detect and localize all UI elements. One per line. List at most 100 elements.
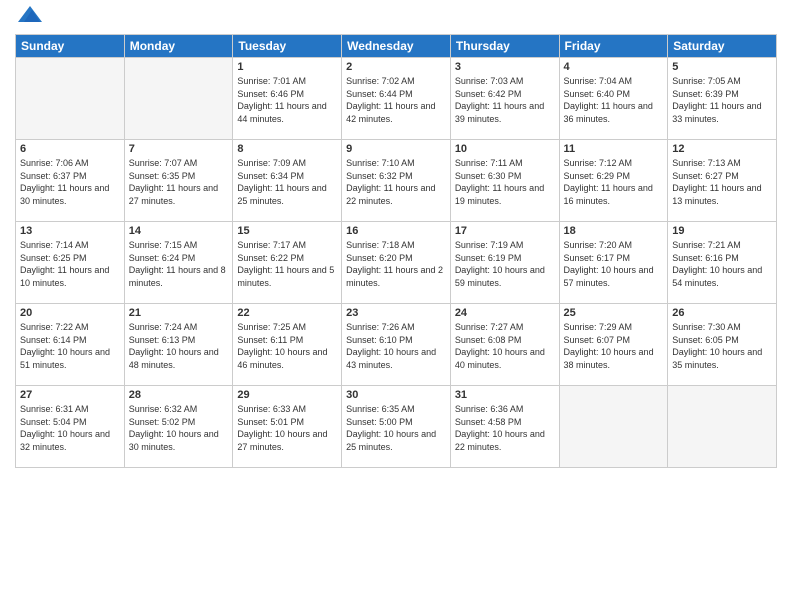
weekday-header-tuesday: Tuesday (233, 35, 342, 58)
day-number: 5 (672, 61, 772, 73)
day-info: Sunrise: 7:06 AM Sunset: 6:37 PM Dayligh… (20, 157, 120, 207)
day-number: 22 (237, 307, 337, 319)
day-info: Sunrise: 7:26 AM Sunset: 6:10 PM Dayligh… (346, 321, 446, 371)
calendar-cell (16, 58, 125, 140)
day-number: 26 (672, 307, 772, 319)
calendar-cell (559, 386, 668, 468)
calendar-cell: 18 Sunrise: 7:20 AM Sunset: 6:17 PM Dayli… (559, 222, 668, 304)
day-number: 28 (129, 389, 229, 401)
day-info: Sunrise: 7:04 AM Sunset: 6:40 PM Dayligh… (564, 75, 664, 125)
calendar-cell: 23 Sunrise: 7:26 AM Sunset: 6:10 PM Dayli… (342, 304, 451, 386)
day-info: Sunrise: 7:11 AM Sunset: 6:30 PM Dayligh… (455, 157, 555, 207)
day-number: 13 (20, 225, 120, 237)
day-info: Sunrise: 7:20 AM Sunset: 6:17 PM Dayligh… (564, 239, 664, 289)
day-number: 10 (455, 143, 555, 155)
weekday-header-thursday: Thursday (450, 35, 559, 58)
day-number: 19 (672, 225, 772, 237)
calendar-cell: 6 Sunrise: 7:06 AM Sunset: 6:37 PM Daylig… (16, 140, 125, 222)
calendar-cell: 31 Sunrise: 6:36 AM Sunset: 4:58 PM Dayli… (450, 386, 559, 468)
day-info: Sunrise: 7:19 AM Sunset: 6:19 PM Dayligh… (455, 239, 555, 289)
day-info: Sunrise: 7:10 AM Sunset: 6:32 PM Dayligh… (346, 157, 446, 207)
calendar-cell: 16 Sunrise: 7:18 AM Sunset: 6:20 PM Dayli… (342, 222, 451, 304)
logo (15, 10, 42, 26)
day-number: 6 (20, 143, 120, 155)
day-number: 3 (455, 61, 555, 73)
day-info: Sunrise: 7:14 AM Sunset: 6:25 PM Dayligh… (20, 239, 120, 289)
calendar-cell: 24 Sunrise: 7:27 AM Sunset: 6:08 PM Dayli… (450, 304, 559, 386)
day-number: 17 (455, 225, 555, 237)
weekday-header-saturday: Saturday (668, 35, 777, 58)
calendar-cell (668, 386, 777, 468)
day-info: Sunrise: 7:17 AM Sunset: 6:22 PM Dayligh… (237, 239, 337, 289)
day-number: 11 (564, 143, 664, 155)
day-number: 16 (346, 225, 446, 237)
weekday-header-row: SundayMondayTuesdayWednesdayThursdayFrid… (16, 35, 777, 58)
day-number: 12 (672, 143, 772, 155)
day-info: Sunrise: 7:15 AM Sunset: 6:24 PM Dayligh… (129, 239, 229, 289)
day-number: 14 (129, 225, 229, 237)
day-info: Sunrise: 7:01 AM Sunset: 6:46 PM Dayligh… (237, 75, 337, 125)
calendar-cell: 27Sunrise: 6:31 AM Sunset: 5:04 PM Dayli… (16, 386, 125, 468)
day-info: Sunrise: 6:36 AM Sunset: 4:58 PM Dayligh… (455, 403, 555, 453)
day-number: 9 (346, 143, 446, 155)
day-number: 2 (346, 61, 446, 73)
day-number: 31 (455, 389, 555, 401)
weekday-header-monday: Monday (124, 35, 233, 58)
day-info: Sunrise: 7:12 AM Sunset: 6:29 PM Dayligh… (564, 157, 664, 207)
calendar-cell: 15 Sunrise: 7:17 AM Sunset: 6:22 PM Dayli… (233, 222, 342, 304)
day-number: 29 (237, 389, 337, 401)
day-info: Sunrise: 7:03 AM Sunset: 6:42 PM Dayligh… (455, 75, 555, 125)
calendar-cell: 7Sunrise: 7:07 AM Sunset: 6:35 PM Daylig… (124, 140, 233, 222)
calendar-cell: 10 Sunrise: 7:11 AM Sunset: 6:30 PM Dayli… (450, 140, 559, 222)
day-number: 27 (20, 389, 120, 401)
calendar-cell: 21Sunrise: 7:24 AM Sunset: 6:13 PM Dayli… (124, 304, 233, 386)
calendar-cell: 19 Sunrise: 7:21 AM Sunset: 6:16 PM Dayli… (668, 222, 777, 304)
day-info: Sunrise: 7:27 AM Sunset: 6:08 PM Dayligh… (455, 321, 555, 371)
calendar-cell: 17 Sunrise: 7:19 AM Sunset: 6:19 PM Dayli… (450, 222, 559, 304)
day-info: Sunrise: 7:02 AM Sunset: 6:44 PM Dayligh… (346, 75, 446, 125)
day-number: 18 (564, 225, 664, 237)
calendar-cell: 29 Sunrise: 6:33 AM Sunset: 5:01 PM Dayli… (233, 386, 342, 468)
day-info: Sunrise: 7:25 AM Sunset: 6:11 PM Dayligh… (237, 321, 337, 371)
day-info: Sunrise: 7:13 AM Sunset: 6:27 PM Dayligh… (672, 157, 772, 207)
logo-icon (18, 2, 42, 26)
day-info: Sunrise: 7:18 AM Sunset: 6:20 PM Dayligh… (346, 239, 446, 289)
calendar-cell: 13 Sunrise: 7:14 AM Sunset: 6:25 PM Dayli… (16, 222, 125, 304)
day-info: Sunrise: 6:33 AM Sunset: 5:01 PM Dayligh… (237, 403, 337, 453)
weekday-header-sunday: Sunday (16, 35, 125, 58)
weekday-header-wednesday: Wednesday (342, 35, 451, 58)
day-number: 30 (346, 389, 446, 401)
calendar-cell: 5Sunrise: 7:05 AM Sunset: 6:39 PM Daylig… (668, 58, 777, 140)
day-number: 15 (237, 225, 337, 237)
day-number: 25 (564, 307, 664, 319)
calendar-cell: 30 Sunrise: 6:35 AM Sunset: 5:00 PM Dayli… (342, 386, 451, 468)
calendar-cell: 26Sunrise: 7:30 AM Sunset: 6:05 PM Dayli… (668, 304, 777, 386)
week-row-2: 6 Sunrise: 7:06 AM Sunset: 6:37 PM Daylig… (16, 140, 777, 222)
day-info: Sunrise: 7:29 AM Sunset: 6:07 PM Dayligh… (564, 321, 664, 371)
day-number: 21 (129, 307, 229, 319)
calendar-cell: 11 Sunrise: 7:12 AM Sunset: 6:29 PM Dayli… (559, 140, 668, 222)
day-info: Sunrise: 7:22 AM Sunset: 6:14 PM Dayligh… (20, 321, 120, 371)
day-number: 4 (564, 61, 664, 73)
week-row-5: 27Sunrise: 6:31 AM Sunset: 5:04 PM Dayli… (16, 386, 777, 468)
day-info: Sunrise: 7:21 AM Sunset: 6:16 PM Dayligh… (672, 239, 772, 289)
calendar-cell: 2 Sunrise: 7:02 AM Sunset: 6:44 PM Daylig… (342, 58, 451, 140)
weekday-header-friday: Friday (559, 35, 668, 58)
calendar-table: SundayMondayTuesdayWednesdayThursdayFrid… (15, 34, 777, 468)
day-number: 23 (346, 307, 446, 319)
calendar-cell: 28Sunrise: 6:32 AM Sunset: 5:02 PM Dayli… (124, 386, 233, 468)
calendar-cell: 3 Sunrise: 7:03 AM Sunset: 6:42 PM Daylig… (450, 58, 559, 140)
calendar-cell: 1Sunrise: 7:01 AM Sunset: 6:46 PM Daylig… (233, 58, 342, 140)
day-info: Sunrise: 7:09 AM Sunset: 6:34 PM Dayligh… (237, 157, 337, 207)
calendar-cell: 14 Sunrise: 7:15 AM Sunset: 6:24 PM Dayli… (124, 222, 233, 304)
calendar-cell: 25 Sunrise: 7:29 AM Sunset: 6:07 PM Dayli… (559, 304, 668, 386)
week-row-1: 1Sunrise: 7:01 AM Sunset: 6:46 PM Daylig… (16, 58, 777, 140)
week-row-3: 13 Sunrise: 7:14 AM Sunset: 6:25 PM Dayli… (16, 222, 777, 304)
calendar-cell: 4 Sunrise: 7:04 AM Sunset: 6:40 PM Daylig… (559, 58, 668, 140)
day-info: Sunrise: 6:35 AM Sunset: 5:00 PM Dayligh… (346, 403, 446, 453)
day-number: 24 (455, 307, 555, 319)
day-number: 7 (129, 143, 229, 155)
calendar-cell (124, 58, 233, 140)
day-number: 8 (237, 143, 337, 155)
calendar-cell: 9 Sunrise: 7:10 AM Sunset: 6:32 PM Daylig… (342, 140, 451, 222)
